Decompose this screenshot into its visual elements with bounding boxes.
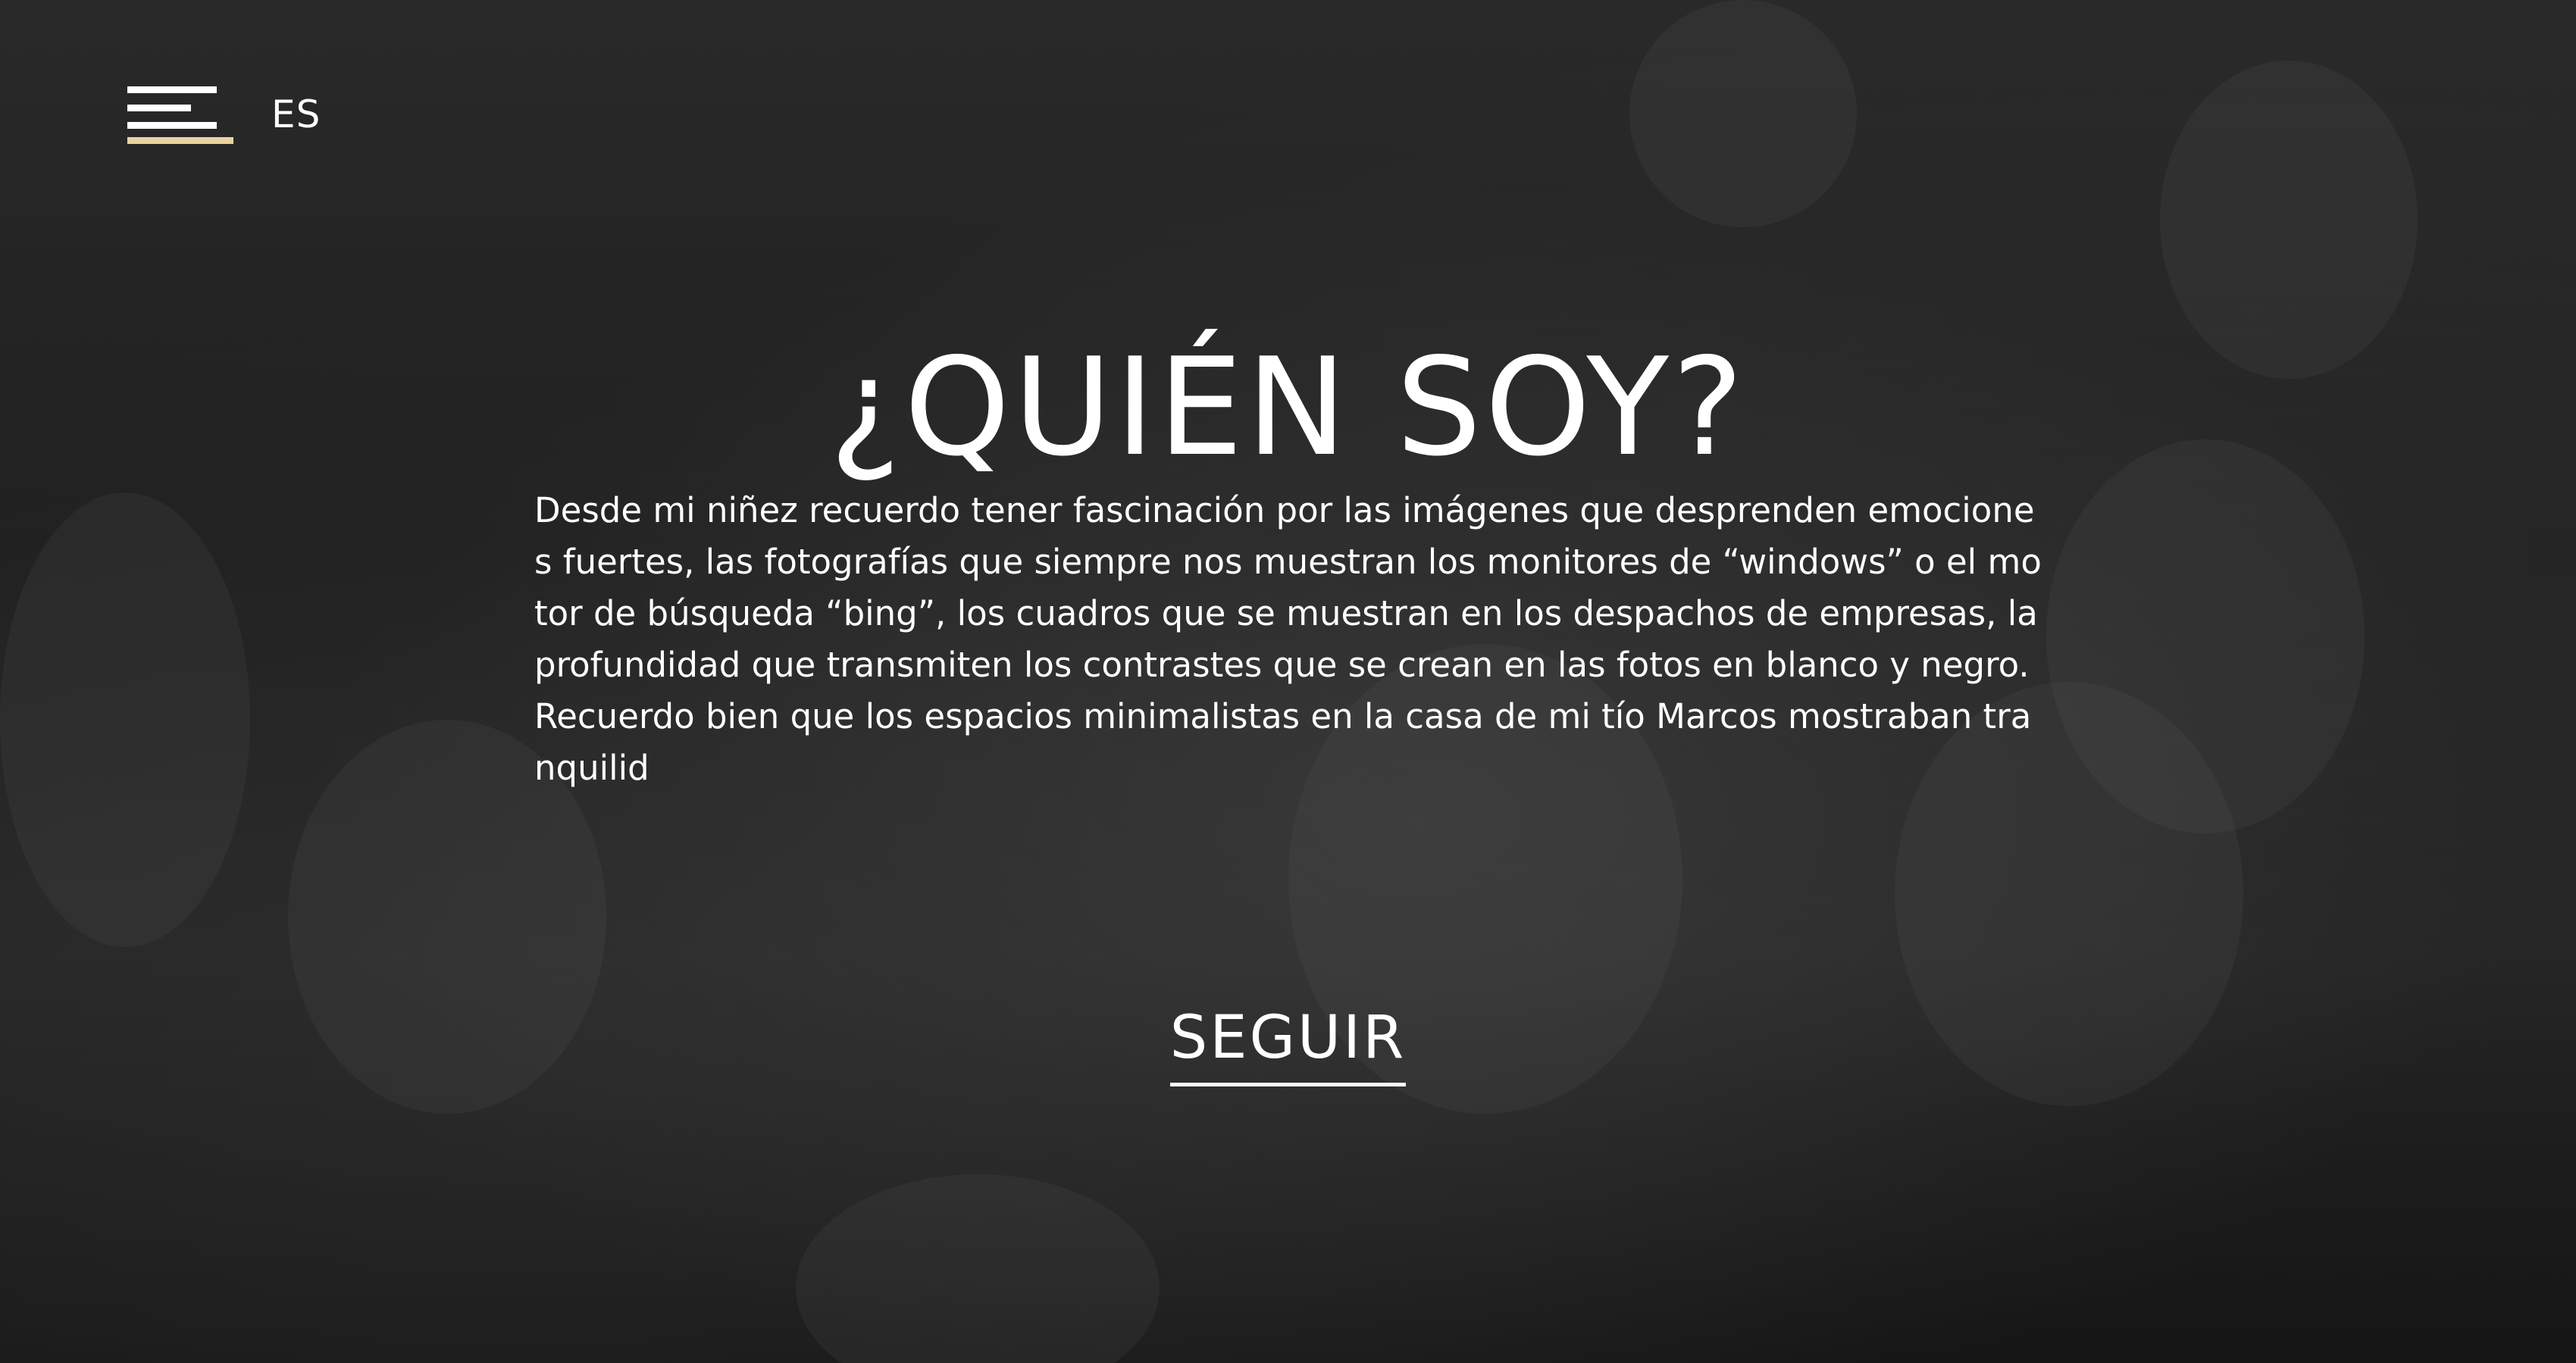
page-title: ¿QUIÉN SOY? (829, 329, 1747, 486)
menu-bar (127, 105, 191, 111)
cta-container: SEGUIR (0, 1004, 2576, 1086)
language-selector[interactable]: ES (271, 92, 321, 136)
menu-bar (127, 86, 217, 93)
menu-accent-bar (127, 137, 233, 144)
continue-link[interactable]: SEGUIR (1169, 1004, 1407, 1086)
hamburger-menu-icon[interactable] (127, 86, 233, 147)
menu-bar (127, 122, 217, 129)
intro-paragraph: Desde mi niñez recuerdo tener fascinació… (534, 490, 2042, 788)
page: ES ¿QUIÉN SOY? Desde mi niñez recuerdo t… (0, 0, 2576, 1363)
